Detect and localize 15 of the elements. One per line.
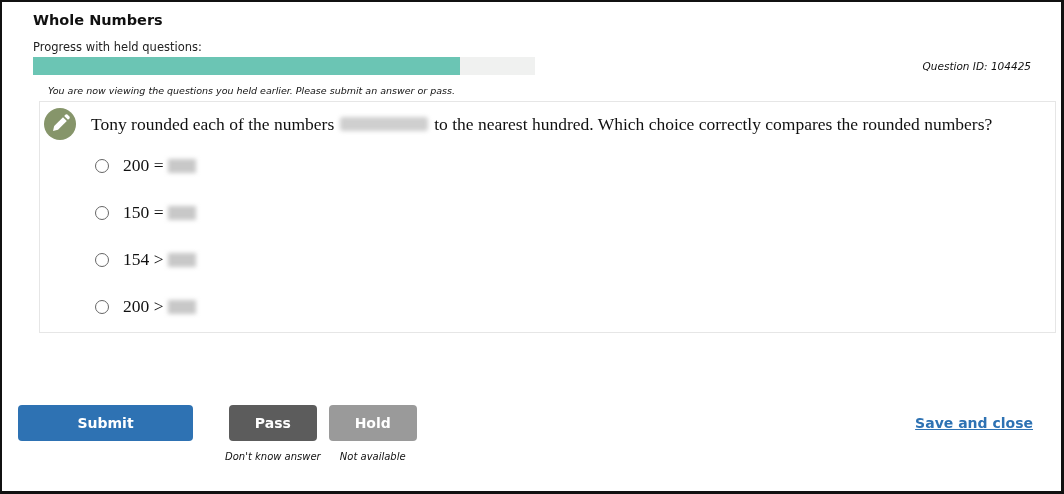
save-and-close-link[interactable]: Save and close [915,415,1033,431]
button-caption: Don't know answer [225,451,321,462]
question-text: Tony rounded each of the numbers [91,113,335,135]
button-caption: Not available [339,451,406,462]
choice-text: 154 > [123,249,164,270]
progress-label: Progress with held questions: [33,40,203,54]
notice-text: You are now viewing the questions you held earlier. Please submit an answer or pass. [48,85,457,96]
choice-text: 150 = [123,202,164,223]
submit-button[interactable]: Submit [18,405,193,441]
question-id: Question ID: 104425 [922,60,1031,72]
choice-text: 200 > [123,296,164,317]
page-title: Whole Numbers [33,12,164,28]
action-button[interactable]: Pass [228,405,317,441]
question-text: to the nearest hundred. Which choice correctly compares the rounded numbers? [434,113,993,135]
choice-text: 200 = [123,155,164,176]
